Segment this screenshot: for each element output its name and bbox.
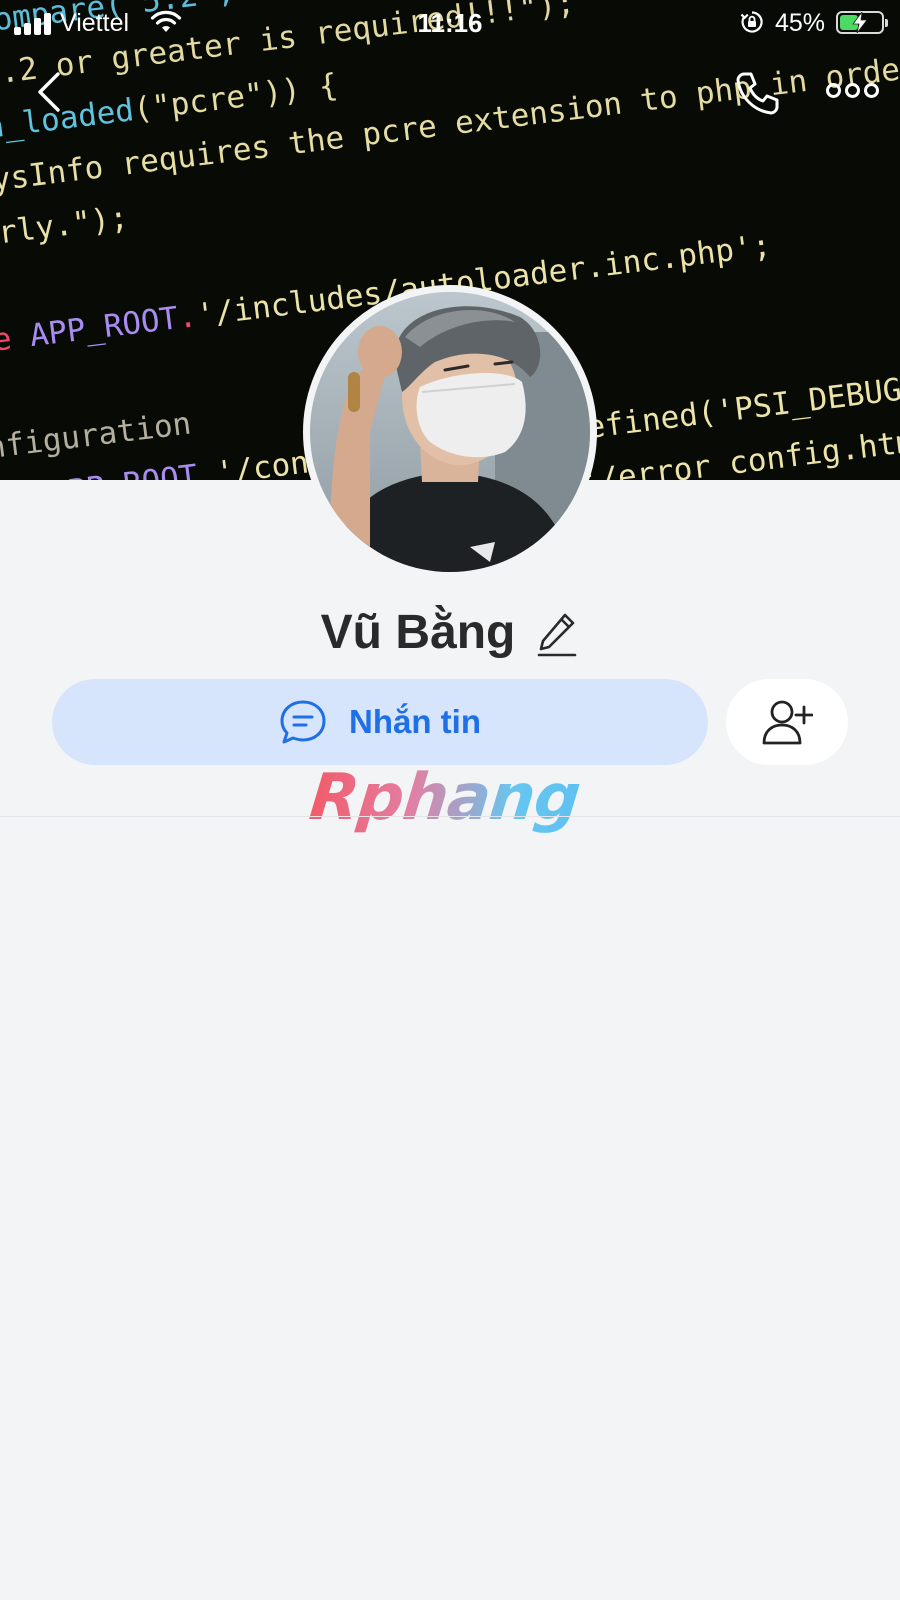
add-friend-button[interactable] (726, 679, 848, 765)
call-button[interactable] (732, 68, 782, 118)
profile-name: Vũ Bằng (320, 606, 516, 659)
pencil-icon[interactable] (535, 609, 579, 657)
carrier-name: Viettel (60, 9, 130, 37)
status-bar: Viettel 11:16 45% (0, 0, 900, 46)
more-options-button[interactable] (826, 80, 880, 100)
back-button[interactable] (30, 70, 70, 114)
avatar[interactable] (303, 285, 597, 579)
clock: 11:16 (417, 8, 483, 38)
profile-name-row: Vũ Bằng (0, 603, 900, 663)
battery-icon (836, 11, 888, 34)
section-divider (0, 816, 900, 817)
more-dots-icon (826, 83, 841, 98)
chat-bubble-icon (280, 700, 326, 744)
message-button[interactable]: Nhắn tin (52, 679, 708, 765)
charging-bolt-icon (852, 12, 868, 33)
signal-strength-icon (14, 13, 54, 35)
wifi-icon (150, 10, 182, 32)
orientation-lock-icon (740, 11, 763, 33)
phone-icon (736, 72, 779, 115)
message-button-label: Nhắn tin (349, 703, 481, 740)
watermark-logo: Rphang (306, 758, 604, 838)
add-user-icon (762, 700, 813, 745)
battery-percentage: 45% (775, 9, 826, 37)
avatar-photo (310, 292, 590, 572)
chevron-left-icon (38, 72, 60, 112)
